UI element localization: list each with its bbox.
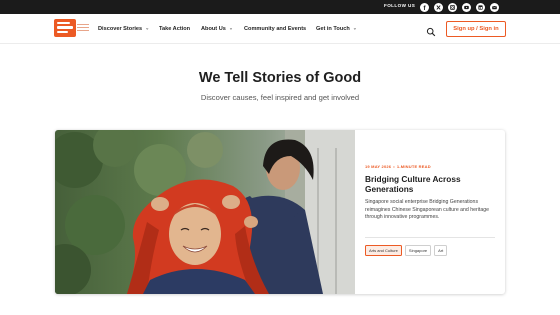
email-icon[interactable] xyxy=(490,2,499,12)
facebook-icon[interactable]: f xyxy=(420,2,429,12)
main-navbar: Discover Stories ⌄ Take Action About Us ⌄ … xyxy=(0,14,560,44)
search-icon[interactable] xyxy=(426,24,436,37)
story-card-body: 19 MAY 2026 • 1-MINUTE READ Bridging Cultu… xyxy=(365,130,497,294)
signup-signin-button[interactable]: Sign up / Sign in xyxy=(446,21,506,37)
follow-us-label: FOLLOW US xyxy=(384,3,416,8)
story-meta: 19 MAY 2026 • 1-MINUTE READ xyxy=(365,164,431,169)
nav-about-us-label: About Us xyxy=(201,26,226,32)
x-icon[interactable] xyxy=(434,2,443,12)
nav-get-in-touch-label: Get in Touch xyxy=(316,26,350,32)
tag-art[interactable]: Art xyxy=(434,245,448,256)
page-title: We Tell Stories of Good xyxy=(198,70,362,86)
nav-discover-stories[interactable]: Discover Stories ⌄ xyxy=(98,25,150,33)
story-description: Singapore social enterprise Bridging Gen… xyxy=(365,199,490,221)
nav-community-events-label: Community and Events xyxy=(244,26,307,32)
svg-text:f: f xyxy=(423,5,426,12)
divider xyxy=(365,237,495,238)
story-read-time: 1-MINUTE READ xyxy=(396,164,431,169)
linkedin-icon[interactable] xyxy=(476,2,485,12)
story-tags: Arts and Culture Singapore Art xyxy=(365,245,448,256)
chevron-down-icon: ⌄ xyxy=(228,25,234,32)
story-date: 19 MAY 2026 xyxy=(365,164,392,169)
chevron-down-icon: ⌄ xyxy=(145,25,150,32)
chevron-down-icon: ⌄ xyxy=(352,25,357,32)
nav-take-action[interactable]: Take Action xyxy=(159,26,190,32)
nav-take-action-label: Take Action xyxy=(159,26,191,32)
youtube-icon[interactable] xyxy=(462,2,471,12)
page-subtitle: Discover causes, feel inspired and get i… xyxy=(200,93,360,102)
social-bar: FOLLOW US f xyxy=(0,0,560,14)
featured-story-card[interactable]: 19 MAY 2026 • 1-MINUTE READ Bridging Cultu… xyxy=(55,130,505,294)
nav-get-in-touch[interactable]: Get in Touch ⌄ xyxy=(316,25,357,33)
instagram-icon[interactable] xyxy=(448,2,457,12)
nav-discover-stories-label: Discover Stories xyxy=(98,26,143,32)
nav-community-events[interactable]: Community and Events xyxy=(244,26,306,32)
site-logo[interactable] xyxy=(54,19,76,37)
tag-singapore[interactable]: Singapore xyxy=(404,245,432,256)
logo-tagline xyxy=(77,24,89,32)
story-title[interactable]: Bridging Culture Across Generations xyxy=(365,174,497,194)
tag-arts-and-culture[interactable]: Arts and Culture xyxy=(365,245,402,256)
nav-about-us[interactable]: About Us ⌄ xyxy=(201,25,234,33)
meta-separator: • xyxy=(393,164,395,169)
story-image[interactable] xyxy=(55,130,355,294)
